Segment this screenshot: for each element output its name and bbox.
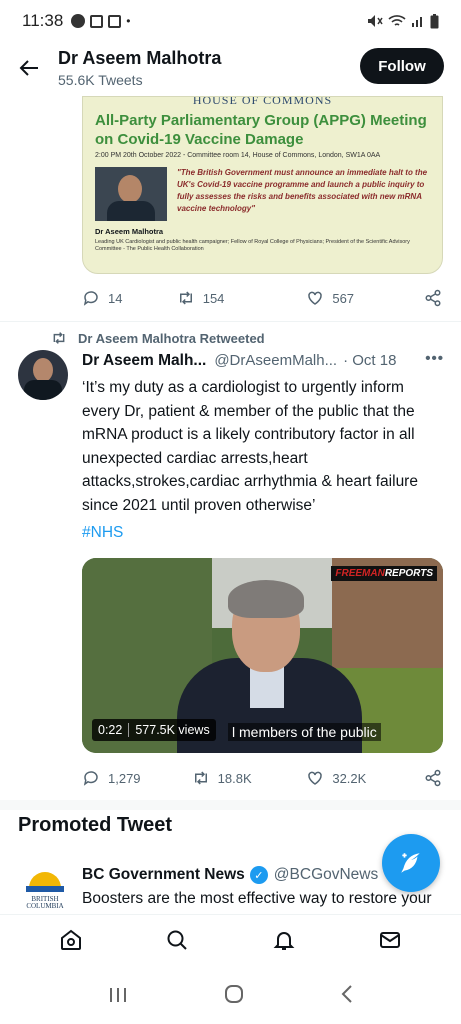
tweets-count: 55.6K Tweets xyxy=(58,72,143,88)
share-icon xyxy=(425,769,441,787)
system-status-icons xyxy=(367,13,439,29)
home-button[interactable] xyxy=(223,983,245,1011)
promoted-heading: Promoted Tweet xyxy=(18,814,173,836)
card-doctor-name: Dr Aseem Malhotra xyxy=(95,227,164,236)
retweet-button[interactable]: 154 xyxy=(177,289,307,307)
avatar[interactable] xyxy=(18,350,68,400)
promoted-tweet-text: Boosters are the most effective way to r… xyxy=(82,890,432,907)
heart-icon xyxy=(308,771,323,785)
video-caption: l members of the public xyxy=(228,723,381,741)
share-button[interactable] xyxy=(424,769,442,787)
back-nav-button[interactable] xyxy=(340,984,354,1010)
reply-button[interactable]: 14 xyxy=(82,289,177,307)
card-row: "The British Government must announce an… xyxy=(95,167,430,221)
like-button[interactable]: 567 xyxy=(306,289,424,307)
tweet-actions: 14 154 567 xyxy=(82,289,442,307)
reply-count: 14 xyxy=(108,290,123,306)
video-views: 577.5K views xyxy=(128,723,210,737)
retweeted-label: Dr Aseem Malhotra Retweeted xyxy=(78,330,265,346)
like-count: 567 xyxy=(332,290,355,306)
card-doctor-desc: Leading UK Cardiologist and public healt… xyxy=(95,239,410,252)
nav-home[interactable] xyxy=(59,928,83,957)
arrow-left-icon xyxy=(19,60,38,76)
promoted-author-name[interactable]: BC Government News xyxy=(82,866,245,884)
nav-messages[interactable] xyxy=(378,928,402,957)
retweet-count: 154 xyxy=(202,290,225,306)
home-icon xyxy=(61,929,82,950)
retweet-icon xyxy=(194,771,207,785)
promoted-tweet-header: BC Government News ✓ @BCGovNews xyxy=(82,866,378,884)
card-title: All-Party Parliamentary Group (APPG) Mee… xyxy=(95,112,427,148)
calendar-icon xyxy=(90,14,104,28)
reply-icon xyxy=(83,291,98,306)
reply-button[interactable]: 1,279 xyxy=(82,769,192,787)
home-circle-icon xyxy=(224,985,243,1003)
profile-name: Dr Aseem Malhotra xyxy=(58,48,222,68)
recents-button[interactable] xyxy=(108,984,128,1010)
retweet-count: 18.8K xyxy=(217,770,252,786)
notifications-icon xyxy=(273,932,295,950)
chevron-left-icon xyxy=(341,985,352,1003)
doctor-photo xyxy=(95,167,167,221)
profile-header: Dr Aseem Malhotra 55.6K Tweets Follow xyxy=(0,42,461,94)
status-bar: 11:38 • xyxy=(0,0,461,42)
share-button[interactable] xyxy=(424,289,442,307)
back-button[interactable] xyxy=(0,42,58,94)
nav-notifications[interactable] xyxy=(272,928,296,957)
video-info-badge: 0:22 577.5K views xyxy=(92,719,216,741)
reply-count: 1,279 xyxy=(108,770,141,786)
retweet-icon xyxy=(53,332,65,344)
mute-icon xyxy=(368,15,383,27)
nav-search[interactable] xyxy=(165,928,189,957)
follow-button[interactable]: Follow xyxy=(360,48,444,84)
hashtag-link[interactable]: #NHS xyxy=(82,524,123,542)
search-icon xyxy=(167,930,188,950)
compose-tweet-button[interactable] xyxy=(382,834,440,892)
tweet-actions: 1,279 18.8K 32.2K xyxy=(82,769,442,787)
bottom-nav xyxy=(0,914,461,970)
system-nav-bar xyxy=(0,970,461,1024)
share-icon xyxy=(425,289,441,307)
divider xyxy=(0,321,461,322)
wifi-icon xyxy=(388,15,406,26)
dot-icon: • xyxy=(126,14,131,28)
section-divider xyxy=(0,800,461,810)
promoted-author-handle[interactable]: @BCGovNews xyxy=(274,866,378,884)
tweet-author-name[interactable]: Dr Aseem Malh... xyxy=(82,352,206,370)
tweet-date[interactable]: · Oct 18 xyxy=(343,352,396,369)
tweet-video[interactable]: FREEMANREPORTS 0:22 577.5K views l membe… xyxy=(82,558,443,753)
heart-icon xyxy=(308,291,323,305)
tweet-image[interactable]: HOUSE OF COMMONS All-Party Parliamentary… xyxy=(82,96,443,274)
signal-icon xyxy=(412,17,422,27)
more-options-button[interactable]: ••• xyxy=(425,350,444,367)
status-time: 11:38 xyxy=(22,11,64,30)
compose-feather-icon xyxy=(401,853,420,873)
bc-logo[interactable]: BRITISH COLUMBIA xyxy=(22,872,68,912)
video-duration: 0:22 xyxy=(98,723,123,737)
like-count: 32.2K xyxy=(332,770,367,786)
reply-icon xyxy=(83,771,98,786)
retweet-icon xyxy=(179,291,192,305)
video-watermark: FREEMANREPORTS xyxy=(331,566,437,581)
like-button[interactable]: 32.2K xyxy=(306,769,424,787)
profile-title: Dr Aseem Malhotra 55.6K Tweets xyxy=(58,48,221,88)
tweet-text: ‘It’s my duty as a cardiologist to urgen… xyxy=(82,379,418,514)
retweet-button[interactable]: 18.8K xyxy=(192,769,307,787)
card-quote: "The British Government must announce an… xyxy=(177,168,428,213)
tweet-header: Dr Aseem Malh... @DrAseemMalh... · Oct 1… xyxy=(82,350,444,370)
tweet-author-handle[interactable]: @DrAseemMalh... xyxy=(214,352,337,369)
calendar-icon xyxy=(108,14,122,28)
messages-icon xyxy=(379,932,400,948)
notification-icons: • xyxy=(71,14,130,28)
card-time: 2:00 PM 20th October 2022 - Committee ro… xyxy=(95,152,381,159)
verified-badge-icon: ✓ xyxy=(249,866,268,884)
battery-icon xyxy=(430,13,439,28)
app-notification-icon xyxy=(71,14,86,28)
card-heading: HOUSE OF COMMONS xyxy=(192,97,333,107)
retweet-indicator: Dr Aseem Malhotra Retweeted xyxy=(50,330,265,346)
recents-icon xyxy=(109,988,126,1002)
